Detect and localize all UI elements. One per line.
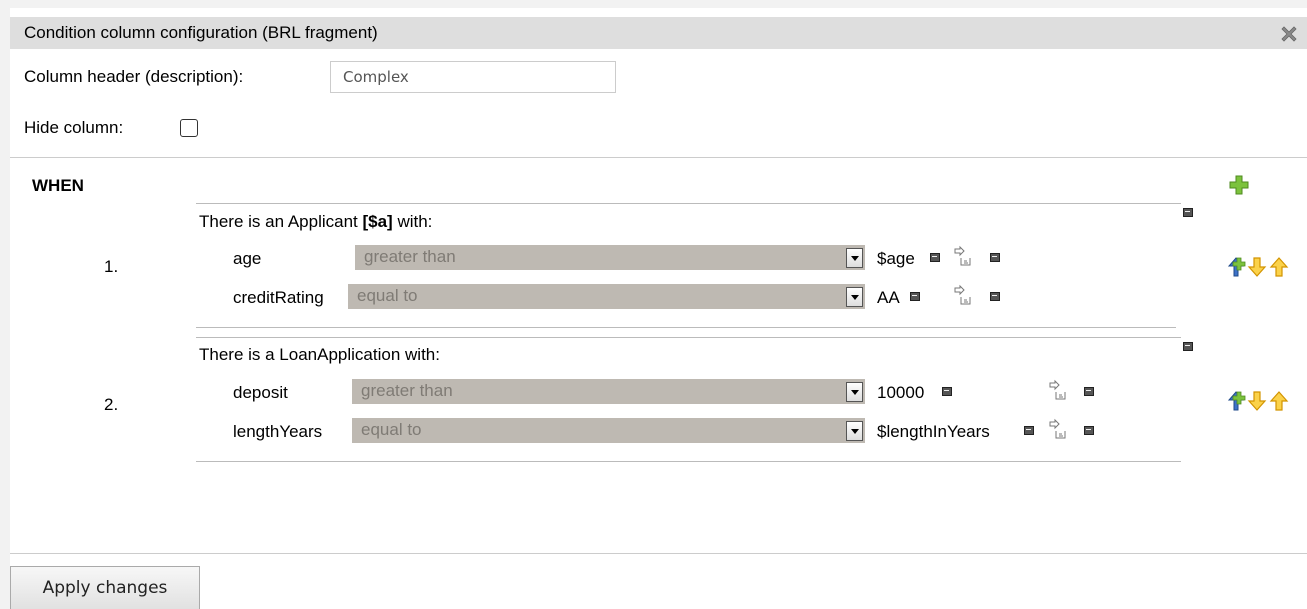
pattern-1-bottom-border bbox=[196, 327, 1176, 328]
pattern-1-title: There is an Applicant [$a] with: bbox=[199, 212, 432, 232]
remove-icon[interactable] bbox=[910, 292, 920, 301]
window-left-edge bbox=[0, 8, 10, 609]
dropdown-arrow-icon[interactable] bbox=[846, 382, 863, 402]
move-up-icon[interactable] bbox=[1269, 256, 1289, 278]
constraint-value-age[interactable]: $age bbox=[877, 249, 915, 269]
remove-icon[interactable] bbox=[1183, 208, 1193, 217]
footer-divider bbox=[10, 553, 1307, 554]
variable-binding-icon[interactable] bbox=[1048, 418, 1070, 440]
hide-column-label: Hide column: bbox=[24, 118, 124, 137]
column-header-label: Column header (description): bbox=[24, 67, 244, 86]
close-icon[interactable] bbox=[1279, 24, 1299, 44]
dialog-title: Condition column configuration (BRL frag… bbox=[24, 23, 378, 42]
remove-icon[interactable] bbox=[1183, 342, 1193, 351]
remove-icon[interactable] bbox=[1084, 387, 1094, 396]
variable-binding-icon[interactable] bbox=[953, 245, 975, 267]
operator-select-lengthYears[interactable]: equal to bbox=[352, 418, 865, 443]
remove-icon[interactable] bbox=[942, 387, 952, 396]
pattern-2-top-border bbox=[196, 337, 1181, 338]
remove-icon[interactable] bbox=[990, 292, 1000, 301]
operator-value: greater than bbox=[361, 381, 453, 400]
pattern-1-top-border bbox=[196, 203, 1181, 204]
pattern-1-title-prefix: There is an Applicant bbox=[199, 212, 363, 231]
operator-value: equal to bbox=[357, 286, 418, 305]
constraint-field-creditRating[interactable]: creditRating bbox=[233, 288, 324, 308]
variable-binding-icon[interactable] bbox=[1048, 379, 1070, 401]
constraint-field-deposit[interactable]: deposit bbox=[233, 383, 288, 403]
column-header-input[interactable] bbox=[330, 61, 616, 93]
when-label: WHEN bbox=[32, 176, 84, 195]
remove-icon[interactable] bbox=[1024, 426, 1034, 435]
insert-icon[interactable] bbox=[1226, 256, 1246, 278]
pattern-2-title: There is a LoanApplication with: bbox=[199, 345, 440, 364]
remove-icon[interactable] bbox=[1084, 426, 1094, 435]
pattern-1-number: 1. bbox=[104, 257, 119, 276]
dropdown-arrow-icon[interactable] bbox=[846, 421, 863, 441]
remove-icon[interactable] bbox=[990, 253, 1000, 262]
constraint-field-lengthYears[interactable]: lengthYears bbox=[233, 422, 322, 442]
operator-select-deposit[interactable]: greater than bbox=[352, 379, 865, 404]
constraint-value-creditRating[interactable]: AA bbox=[877, 288, 900, 308]
operator-select-age[interactable]: greater than bbox=[355, 245, 865, 270]
dropdown-arrow-icon[interactable] bbox=[846, 248, 863, 268]
insert-icon[interactable] bbox=[1226, 390, 1246, 412]
operator-value: equal to bbox=[361, 420, 422, 439]
pattern-2-number: 2. bbox=[104, 395, 119, 414]
add-pattern-icon[interactable] bbox=[1228, 174, 1250, 196]
move-down-icon[interactable] bbox=[1247, 390, 1267, 412]
hide-column-checkbox[interactable] bbox=[180, 119, 198, 137]
apply-changes-button[interactable]: Apply changes bbox=[10, 566, 200, 609]
window-top-strip bbox=[0, 0, 1307, 8]
dropdown-arrow-icon[interactable] bbox=[846, 287, 863, 307]
constraint-value-lengthYears[interactable]: $lengthInYears bbox=[877, 422, 990, 442]
pattern-2-bottom-border bbox=[196, 461, 1181, 462]
constraint-value-deposit[interactable]: 10000 bbox=[877, 383, 924, 403]
variable-binding-icon[interactable] bbox=[953, 284, 975, 306]
move-down-icon[interactable] bbox=[1247, 256, 1267, 278]
remove-icon[interactable] bbox=[930, 253, 940, 262]
operator-select-creditRating[interactable]: equal to bbox=[348, 284, 865, 309]
operator-value: greater than bbox=[364, 247, 456, 266]
section-divider bbox=[10, 157, 1307, 158]
pattern-1-title-suffix: with: bbox=[392, 212, 433, 231]
pattern-1-binding[interactable]: [$a] bbox=[362, 212, 392, 231]
move-up-icon[interactable] bbox=[1269, 390, 1289, 412]
constraint-field-age[interactable]: age bbox=[233, 249, 261, 269]
